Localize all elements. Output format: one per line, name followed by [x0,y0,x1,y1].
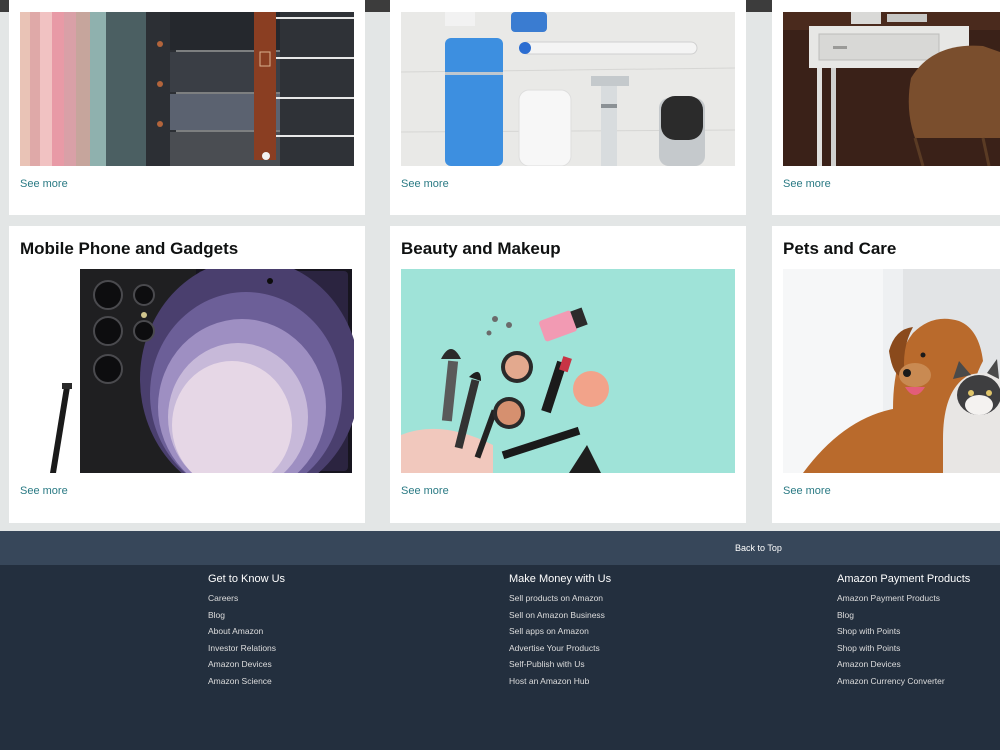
see-more-link[interactable]: See more [401,178,449,190]
footer-link[interactable]: Sell products on Amazon [509,590,611,607]
see-more-link[interactable]: See more [20,485,68,497]
footer-link[interactable]: Advertise Your Products [509,640,611,657]
see-more-link[interactable]: See more [783,178,831,190]
footer-column-heading: Get to Know Us [208,573,286,585]
footer-link[interactable]: Amazon Currency Converter [837,673,970,690]
footer-link[interactable]: Blog [208,607,285,624]
back-to-top-label[interactable]: Back to Top [735,543,782,553]
footer-link[interactable]: Sell on Amazon Business [509,607,611,624]
category-card-mobile-phones: Mobile Phone and Gadgets See more [9,226,365,523]
card-image-phone[interactable] [20,269,354,473]
footer-link[interactable]: Amazon Payment Products [837,590,970,607]
footer-column-heading: Amazon Payment Products [837,573,971,585]
card-title: Pets and Care [783,239,897,258]
footer-link[interactable]: Self-Publish with Us [509,656,611,673]
footer-link[interactable]: Shop with Points [837,640,970,657]
footer-column-get-to-know-us: Get to Know Us Careers Blog About Amazon… [208,573,285,690]
see-more-link[interactable]: See more [783,485,831,497]
card-image-toiletries[interactable] [401,12,735,166]
footer-link[interactable]: Sell apps on Amazon [509,623,611,640]
category-card-pets: Pets and Care See more [772,226,1000,523]
card-image-hangers[interactable] [20,12,354,166]
see-more-link[interactable]: See more [401,485,449,497]
footer-link[interactable]: Amazon Science [208,673,285,690]
category-card-furniture: See more [772,0,1000,215]
card-title: Mobile Phone and Gadgets [20,239,239,258]
footer-link[interactable]: Investor Relations [208,640,285,657]
see-more-link[interactable]: See more [20,178,68,190]
category-card-hangers: See more [9,0,365,215]
footer-link[interactable]: Host an Amazon Hub [509,673,611,690]
footer-link[interactable]: Blog [837,607,970,624]
card-image-pets[interactable] [783,269,1000,473]
footer-link[interactable]: Careers [208,590,285,607]
card-image-makeup[interactable] [401,269,735,473]
footer-link[interactable]: Amazon Devices [837,656,970,673]
footer-column-payment-products: Amazon Payment Products Amazon Payment P… [837,573,970,690]
footer-link[interactable]: About Amazon [208,623,285,640]
back-to-top-bar[interactable]: Back to Top [0,531,1000,565]
footer: Get to Know Us Careers Blog About Amazon… [0,565,1000,750]
category-card-toiletries: See more [390,0,746,215]
card-image-furniture[interactable] [783,12,1000,166]
footer-link[interactable]: Shop with Points [837,623,970,640]
footer-column-make-money: Make Money with Us Sell products on Amaz… [509,573,611,690]
footer-link[interactable]: Amazon Devices [208,656,285,673]
card-title: Beauty and Makeup [401,239,561,258]
category-card-beauty: Beauty and Makeup See more [390,226,746,523]
footer-column-heading: Make Money with Us [509,573,612,585]
